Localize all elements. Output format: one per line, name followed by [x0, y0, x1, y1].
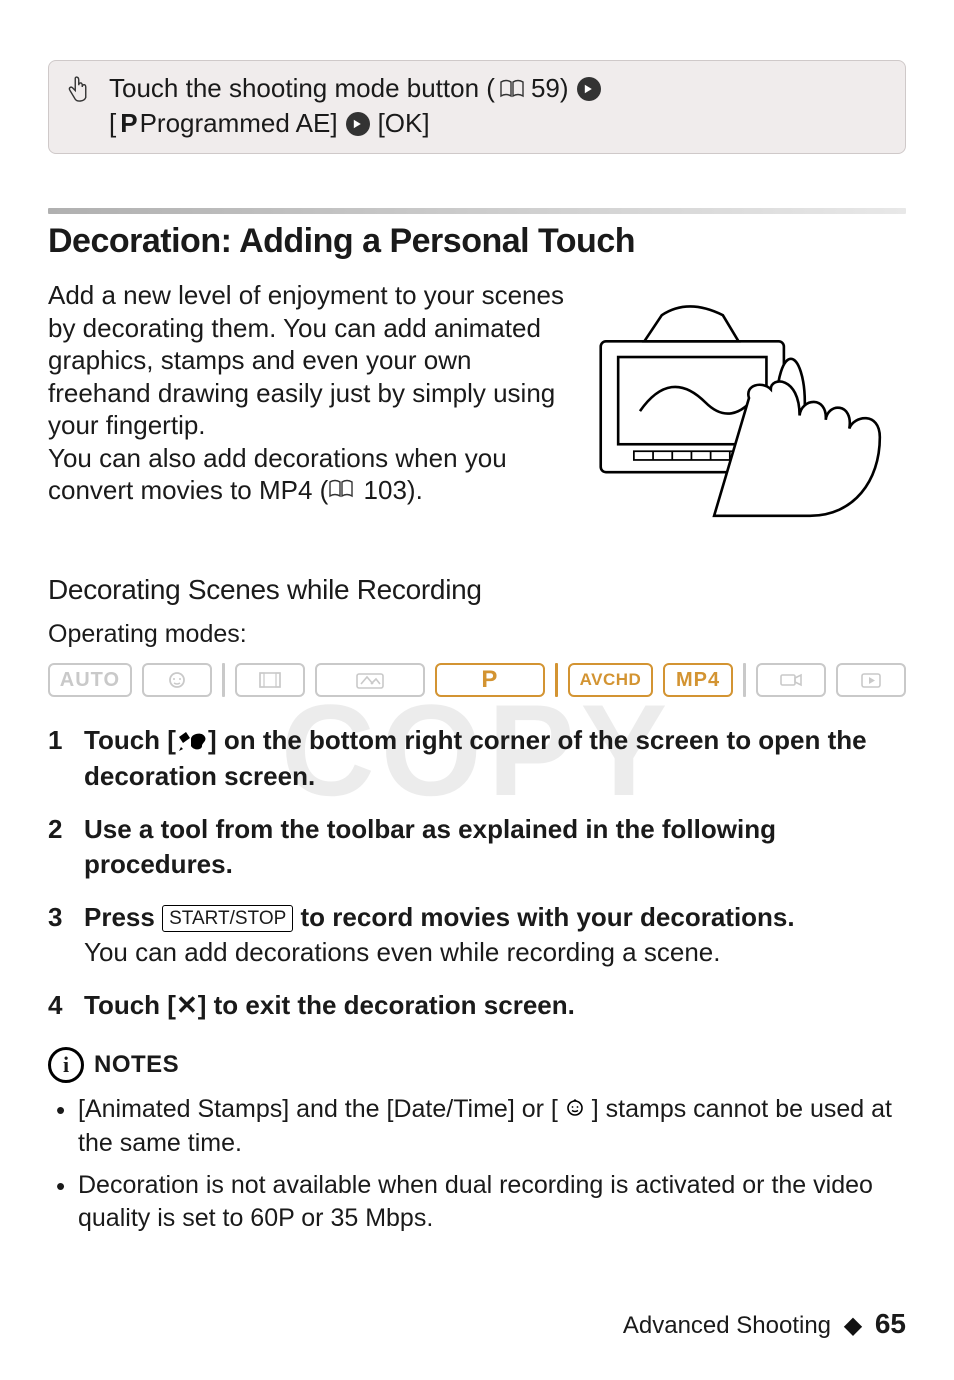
footer-page-number: 65 [875, 1308, 906, 1339]
mode-divider [555, 663, 558, 697]
page-footer: Advanced Shooting ◆ 65 [48, 1308, 906, 1340]
intro-paragraph-2-ref: 103). [364, 475, 423, 505]
notes-label: NOTES [94, 1051, 179, 1079]
manual-ref-icon [328, 479, 354, 499]
mode-avchd: AVCHD [568, 663, 653, 697]
touch-instruction-callout: Touch the shooting mode button ( 59) [ P… [48, 60, 906, 154]
info-icon: i [48, 1047, 84, 1083]
mode-divider [222, 663, 225, 697]
sequence-arrow-icon [577, 77, 601, 101]
operating-modes-row: AUTO P AVCHD MP4 [48, 663, 906, 697]
mode-cinema [235, 663, 305, 697]
mode-baby [142, 663, 212, 697]
section-rule [48, 208, 906, 214]
callout-line1-pre: Touch the shooting mode button ( [109, 71, 495, 106]
footer-diamond-icon: ◆ [844, 1312, 862, 1339]
mode-p: P [435, 663, 545, 697]
step-2: 2 Use a tool from the toolbar as explain… [48, 812, 906, 882]
close-x-icon: ✕ [176, 990, 198, 1020]
operating-modes-label: Operating modes: [48, 620, 906, 649]
manual-ref-icon [499, 79, 525, 99]
step-number: 4 [48, 988, 70, 1023]
note2-text: Decoration is not available when dual re… [78, 1171, 873, 1233]
step1-pre: Touch [ [84, 725, 176, 755]
mode-divider [743, 663, 746, 697]
mode-play [836, 663, 906, 697]
intro-paragraph-2-pre: You can also add decorations when you co… [48, 443, 507, 506]
section-title: Decoration: Adding a Personal Touch [48, 222, 906, 261]
decoration-palette-icon [176, 729, 208, 753]
note-item: Decoration is not available when dual re… [48, 1169, 906, 1237]
note-item: [Animated Stamps] and the [Date/Time] or… [48, 1093, 906, 1161]
sequence-arrow-icon [346, 112, 370, 136]
callout-programmed-ae: Programmed AE] [140, 106, 338, 141]
step3-sub: You can add decorations even while recor… [84, 937, 720, 967]
intro-paragraph-1: Add a new level of enjoyment to your sce… [48, 279, 568, 442]
mode-mp4: MP4 [663, 663, 733, 697]
baby-stamp-icon [565, 1098, 585, 1118]
step-number: 1 [48, 723, 70, 793]
step3-post: to record movies with your decorations. [301, 902, 795, 932]
step-4: 4 Touch [✕] to exit the decoration scree… [48, 988, 906, 1023]
step2-text: Use a tool from the toolbar as explained… [84, 812, 906, 882]
notes-heading: i NOTES [48, 1047, 906, 1083]
p-mode-letter: P [120, 106, 137, 141]
mode-record [756, 663, 826, 697]
step3-pre: Press [84, 902, 162, 932]
mode-scn [315, 663, 425, 697]
start-stop-button-label: START/STOP [162, 905, 293, 933]
callout-ok: [OK] [378, 106, 430, 141]
step-3: 3 Press START/STOP to record movies with… [48, 900, 906, 970]
step4-pre: Touch [ [84, 990, 176, 1020]
note1-pre: [Animated Stamps] and the [Date/Time] or… [78, 1095, 558, 1123]
camcorder-touch-illustration [592, 289, 906, 538]
subsection-title: Decorating Scenes while Recording [48, 574, 906, 606]
step-number: 2 [48, 812, 70, 882]
footer-section: Advanced Shooting [623, 1312, 831, 1339]
step-number: 3 [48, 900, 70, 970]
step-1: 1 Touch [ ] on the bottom right corner o… [48, 723, 906, 793]
callout-bracket: [ [109, 106, 116, 141]
callout-line1-ref: 59) [531, 71, 569, 106]
step4-post: ] to exit the decoration screen. [198, 990, 575, 1020]
touch-hand-icon [63, 73, 91, 117]
mode-auto: AUTO [48, 663, 132, 697]
